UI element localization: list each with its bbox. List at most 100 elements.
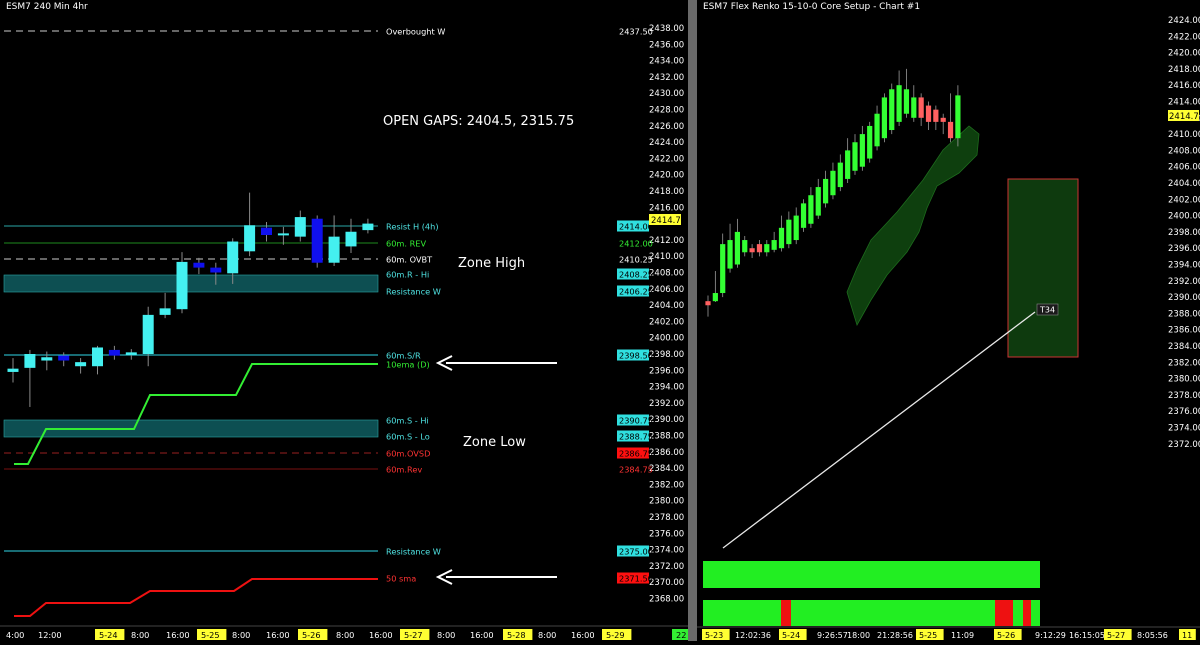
renko-brick[interactable] <box>793 215 799 241</box>
renko-brick[interactable] <box>830 170 836 196</box>
renko-brick[interactable] <box>749 248 755 253</box>
y-tick-label: 2420.00 <box>649 171 684 181</box>
candle-body[interactable] <box>362 223 374 231</box>
candle-body[interactable] <box>142 314 154 354</box>
candle-body[interactable] <box>210 267 222 273</box>
y-tick-label: 2416.00 <box>1168 81 1200 91</box>
right-chart-panel[interactable]: ESM7 Flex Renko 15-10-0 Core Setup - Cha… <box>697 0 1200 641</box>
candle-body[interactable] <box>328 236 340 263</box>
x-tick-label: 8:00 <box>538 630 556 640</box>
zone-high-annotation: Zone High <box>458 256 525 271</box>
candle-body[interactable] <box>261 227 272 236</box>
renko-brick[interactable] <box>734 231 740 265</box>
renko-brick[interactable] <box>764 244 770 253</box>
x-tick-label: 8:05:56 <box>1137 631 1168 640</box>
x-tick-label: 16:00 <box>266 630 290 640</box>
left-chart-panel[interactable]: ESM7 240 Min 4hr 2438.00 2436.00 2434.00 243… <box>0 0 691 641</box>
level-label: Overbought W <box>386 27 445 37</box>
candle-body[interactable] <box>227 241 239 274</box>
candle-body[interactable] <box>125 352 137 355</box>
y-tick-label: 2414.00 <box>1168 98 1200 108</box>
y-tick-label: 2372.00 <box>649 562 684 572</box>
renko-brick[interactable] <box>786 219 792 245</box>
level-label: Resist H (4h) <box>386 222 439 232</box>
candle-body[interactable] <box>41 357 53 361</box>
y-tick-label: 2398.00 <box>649 350 684 360</box>
candle-body[interactable] <box>311 218 323 263</box>
renko-brick[interactable] <box>947 121 954 139</box>
x-tick-label: 5-27 <box>1107 631 1125 640</box>
candle-body[interactable] <box>7 368 19 372</box>
left-chart-svg[interactable]: ESM7 240 Min 4hr 2438.00 2436.00 2434.00 243… <box>0 0 691 641</box>
renko-brick[interactable] <box>771 240 777 250</box>
renko-brick[interactable] <box>874 113 880 147</box>
renko-brick[interactable] <box>845 150 851 179</box>
renko-brick[interactable] <box>756 244 763 253</box>
indicator-row-2 <box>703 600 1040 626</box>
panel-divider[interactable] <box>688 0 697 641</box>
renko-brick[interactable] <box>823 178 829 204</box>
candle-body[interactable] <box>277 233 289 236</box>
renko-brick[interactable] <box>918 97 924 118</box>
x-tick-label: 16:15:05 <box>1069 631 1105 640</box>
y-tick-label: 2370.00 <box>649 578 684 588</box>
level-label: 60m.Rev <box>386 465 422 475</box>
renko-brick[interactable] <box>925 105 932 122</box>
x-tick-label: 9:12:29 <box>1035 631 1066 640</box>
renko-brick[interactable] <box>933 109 939 122</box>
candle-body[interactable] <box>159 308 171 315</box>
level-label: 60m.OVSD <box>386 449 430 459</box>
candle-body[interactable] <box>24 354 36 368</box>
x-tick-label: 8:00 <box>437 630 455 640</box>
renko-brick[interactable] <box>896 85 902 122</box>
candle-body[interactable] <box>244 225 256 252</box>
trend-line[interactable] <box>722 311 1036 549</box>
candle-body[interactable] <box>75 362 87 367</box>
renko-brick[interactable] <box>720 244 726 294</box>
level-price-value: 2414.00 <box>619 222 653 232</box>
x-tick-label: 22 <box>676 630 686 640</box>
renko-brick[interactable] <box>837 162 843 188</box>
candle-body[interactable] <box>294 217 306 237</box>
candle-body[interactable] <box>193 262 205 268</box>
x-tick-label: 5-23 <box>705 631 723 640</box>
candle-body[interactable] <box>176 261 188 310</box>
renko-brick[interactable] <box>742 240 748 253</box>
candle-body[interactable] <box>108 349 120 356</box>
candle-body[interactable] <box>58 355 70 361</box>
level-price-value: 2375.00 <box>619 547 653 557</box>
renko-brick[interactable] <box>808 195 814 224</box>
renko-brick[interactable] <box>852 142 858 171</box>
renko-brick[interactable] <box>815 187 821 216</box>
x-tick-label: 5-28 <box>507 630 526 640</box>
right-chart-svg[interactable]: ESM7 Flex Renko 15-10-0 Core Setup - Cha… <box>697 0 1200 641</box>
x-tick-label: 16:00 <box>470 630 494 640</box>
renko-brick[interactable] <box>940 117 946 122</box>
y-tick-label: 2428.00 <box>649 106 684 116</box>
renko-brick[interactable] <box>889 89 895 131</box>
renko-brick[interactable] <box>911 97 917 118</box>
y-tick-label: 2372.00 <box>1168 440 1200 450</box>
candle-body[interactable] <box>92 347 103 367</box>
y-tick-label: 2418.00 <box>1168 65 1200 75</box>
candle-body[interactable] <box>345 231 357 247</box>
renko-brick[interactable] <box>705 301 711 306</box>
y-tick-label: 2376.00 <box>1168 407 1200 417</box>
renko-brick[interactable] <box>881 97 887 139</box>
indicator-signal-block <box>1023 600 1031 626</box>
renko-brick[interactable] <box>903 89 910 114</box>
y-tick-label: 2390.00 <box>1168 293 1200 303</box>
renko-brick[interactable] <box>727 240 733 269</box>
indicator-row-1 <box>703 561 1040 588</box>
renko-brick[interactable] <box>778 227 785 249</box>
renko-brick[interactable] <box>859 134 865 167</box>
y-tick-label: 2368.00 <box>649 595 684 605</box>
renko-brick[interactable] <box>867 125 873 159</box>
x-tick-label: 5-27 <box>404 630 423 640</box>
y-tick-label: 2386.00 <box>1168 326 1200 336</box>
renko-brick[interactable] <box>800 203 807 228</box>
y-tick-label: 2408.00 <box>1168 146 1200 156</box>
y-tick-label: 2406.00 <box>649 285 684 295</box>
renko-brick[interactable] <box>955 95 961 139</box>
renko-brick[interactable] <box>712 293 718 302</box>
